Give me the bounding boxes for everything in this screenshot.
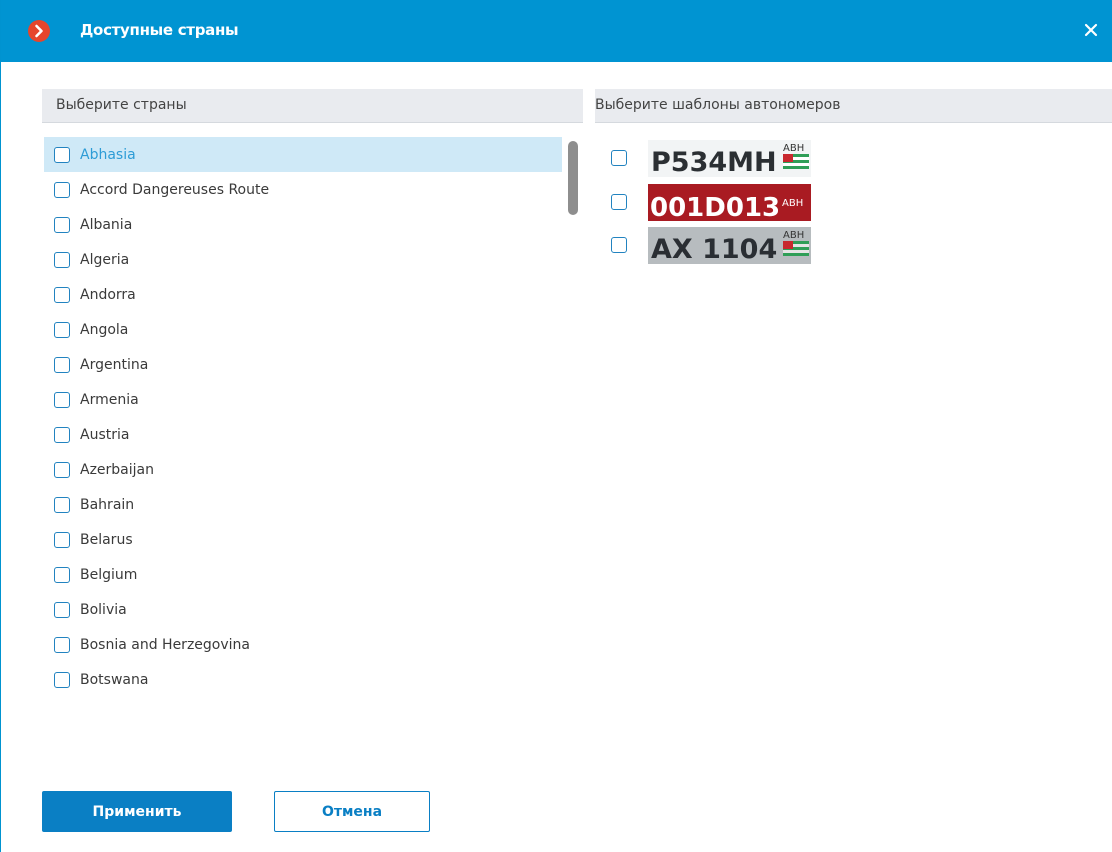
list-item[interactable]: Accord Dangereuses Route [44,172,562,207]
checkbox[interactable] [54,461,70,478]
checkbox[interactable] [54,601,70,618]
list-item-abhasia[interactable]: Abhasia [44,137,562,172]
checkbox[interactable] [611,237,627,253]
plates-header: Выберите шаблоны автономеров [595,89,1112,123]
list-item[interactable]: Armenia [44,382,562,417]
close-icon[interactable] [1080,19,1102,41]
dialog-window: Доступные страны Выберите страны Выберит… [0,0,1112,852]
checkbox[interactable] [54,566,70,583]
list-item-label: Belarus [80,531,133,548]
list-item-label: Bahrain [80,496,135,513]
checkbox[interactable] [611,150,627,166]
list-item-label: Albania [80,216,133,233]
list-item[interactable]: Algeria [44,242,562,277]
plate-template-row[interactable]: P534MH ABH [604,140,824,177]
checkbox[interactable] [54,496,70,513]
checkbox[interactable] [54,636,70,653]
list-item-label: Argentina [80,356,149,373]
checkbox[interactable] [54,181,70,198]
plate-region: ABH [783,143,804,154]
list-item[interactable]: Bolivia [44,592,562,627]
list-item-label: Abhasia [80,146,136,163]
list-item[interactable]: Angola [44,312,562,347]
list-item-label: Bolivia [80,601,127,618]
plate-number: P534MH [651,147,777,177]
cancel-button[interactable]: Отмена [274,791,430,832]
checkbox[interactable] [54,321,70,338]
checkbox[interactable] [54,426,70,443]
list-item-label: Angola [80,321,129,338]
plate-image: AX 1104 ABH [648,227,811,264]
plate-template-row[interactable]: AX 1104 ABH [604,227,824,264]
list-item[interactable]: Bahrain [44,487,562,522]
checkbox[interactable] [54,216,70,233]
dialog-title: Доступные страны [80,21,239,39]
apply-button[interactable]: Применить [42,791,232,832]
list-item-label: Accord Dangereuses Route [80,181,270,198]
plate-region: ABH [783,230,804,241]
list-item[interactable]: Albania [44,207,562,242]
checkbox[interactable] [54,356,70,373]
list-item[interactable]: Botswana [44,662,562,697]
title-bar: Доступные страны [1,0,1112,62]
checkbox[interactable] [54,251,70,268]
list-item[interactable]: Belarus [44,522,562,557]
list-item[interactable]: Belgium [44,557,562,592]
list-item-label: Botswana [80,671,149,688]
checkbox[interactable] [54,146,70,163]
scrollbar-thumb[interactable] [568,141,578,215]
list-item-label: Austria [80,426,130,443]
plate-image: P534MH ABH [648,140,811,177]
list-item-label: Algeria [80,251,130,268]
plate-template-row[interactable]: 001D013 ABH [604,184,824,221]
list-item-label: Azerbaijan [80,461,154,478]
list-item[interactable]: Austria [44,417,562,452]
checkbox[interactable] [54,531,70,548]
checkbox[interactable] [54,671,70,688]
country-list[interactable]: Abhasia Accord Dangereuses Route Albania… [44,137,564,697]
plate-number: AX 1104 [651,234,777,264]
list-item[interactable]: Azerbaijan [44,452,562,487]
countries-header: Выберите страны [42,89,583,123]
list-item-label: Bosnia and Herzegovina [80,636,250,653]
checkbox[interactable] [54,286,70,303]
plate-image: 001D013 ABH [648,184,811,221]
checkbox[interactable] [54,391,70,408]
list-item-label: Armenia [80,391,139,408]
plate-region: ABH [782,198,803,209]
checkbox[interactable] [611,194,627,210]
list-item[interactable]: Bosnia and Herzegovina [44,627,562,662]
list-item[interactable]: Andorra [44,277,562,312]
plate-number: 001D013 [650,193,780,221]
app-logo-icon [28,20,50,42]
list-item-label: Andorra [80,286,136,303]
list-item-label: Belgium [80,566,138,583]
list-item[interactable]: Argentina [44,347,562,382]
